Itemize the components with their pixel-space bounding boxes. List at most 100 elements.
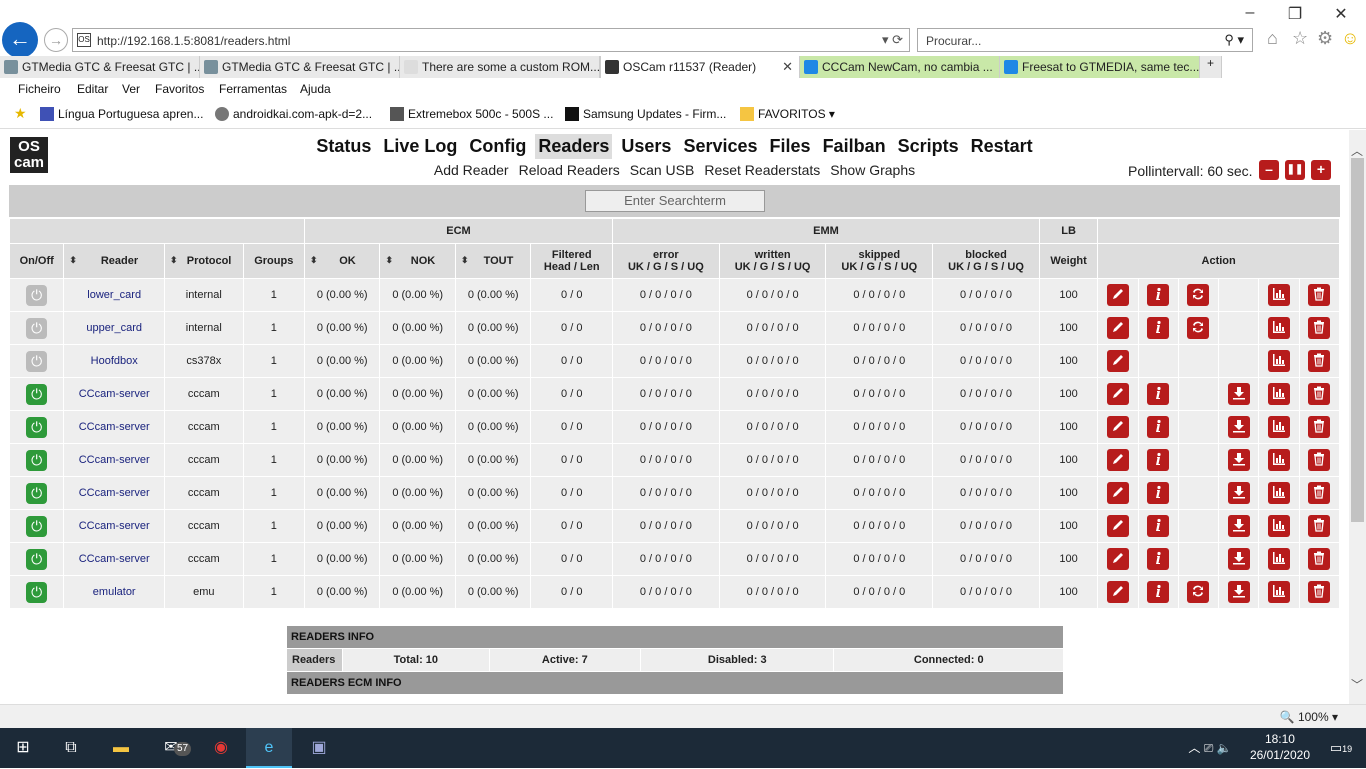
favorite-item[interactable]: Língua Portuguesa apren... bbox=[40, 107, 203, 121]
power-on-icon[interactable]: ⏻ bbox=[26, 482, 48, 504]
cell-reader-name[interactable]: CCcam-server bbox=[64, 543, 165, 575]
favorites-folder[interactable]: FAVORITOS ▾ bbox=[740, 107, 835, 121]
file-explorer-icon[interactable]: ▬ bbox=[98, 728, 144, 768]
chrome-icon[interactable]: ◉ bbox=[198, 728, 244, 768]
delete-icon[interactable] bbox=[1308, 317, 1331, 339]
search-icon[interactable]: ⚲ ▾ bbox=[1224, 32, 1244, 48]
refresh-icon[interactable]: ▾ ⟳ bbox=[882, 32, 903, 48]
nav-config[interactable]: Config bbox=[466, 134, 529, 159]
info-icon[interactable] bbox=[1147, 416, 1170, 438]
edit-icon[interactable] bbox=[1106, 350, 1129, 372]
delete-icon[interactable] bbox=[1308, 449, 1331, 471]
add-favorite-icon[interactable]: ★ bbox=[14, 105, 27, 122]
stats-icon[interactable] bbox=[1267, 482, 1290, 504]
download-icon[interactable] bbox=[1227, 581, 1250, 603]
favorite-item[interactable]: androidkai.com-apk-d=2... bbox=[215, 107, 372, 121]
close-tab-icon[interactable]: ✕ bbox=[782, 59, 793, 75]
info-icon[interactable] bbox=[1147, 449, 1170, 471]
smiley-icon[interactable]: ☺ bbox=[1341, 28, 1359, 49]
power-on-icon[interactable]: ⏻ bbox=[26, 548, 48, 570]
gear-icon[interactable]: ⚙ bbox=[1317, 28, 1333, 49]
nav-live-log[interactable]: Live Log bbox=[380, 134, 460, 159]
info-icon[interactable] bbox=[1147, 548, 1170, 570]
menu-ajuda[interactable]: Ajuda bbox=[300, 82, 331, 96]
col-protocol[interactable]: ⬍ Protocol bbox=[165, 244, 243, 278]
download-icon[interactable] bbox=[1227, 482, 1250, 504]
menu-ferramentas[interactable]: Ferramentas bbox=[219, 82, 287, 96]
searchterm-input[interactable]: Enter Searchterm bbox=[585, 190, 765, 212]
vertical-scrollbar[interactable]: ︿ ﹀ bbox=[1349, 130, 1366, 704]
info-icon[interactable] bbox=[1147, 515, 1170, 537]
delete-icon[interactable] bbox=[1308, 416, 1331, 438]
power-on-icon[interactable]: ⏻ bbox=[26, 581, 48, 603]
stats-icon[interactable] bbox=[1267, 581, 1290, 603]
poll-pause-button[interactable]: ❚❚ bbox=[1285, 160, 1305, 180]
col-reader[interactable]: ⬍ Reader bbox=[64, 244, 165, 278]
cell-reader-name[interactable]: upper_card bbox=[64, 312, 165, 344]
cell-reader-name[interactable]: CCcam-server bbox=[64, 411, 165, 443]
col-tout[interactable]: ⬍ TOUT bbox=[455, 244, 531, 278]
edit-icon[interactable] bbox=[1106, 284, 1129, 306]
tab-4[interactable]: CCCam NewCam, no cambia ... bbox=[800, 56, 1000, 78]
cell-reader-name[interactable]: CCcam-server bbox=[64, 378, 165, 410]
notification-icon[interactable]: ▭19 bbox=[1318, 728, 1364, 768]
edit-icon[interactable] bbox=[1106, 317, 1129, 339]
tab-1[interactable]: GTMedia GTC & Freesat GTC | ... bbox=[200, 56, 400, 78]
edit-icon[interactable] bbox=[1106, 581, 1129, 603]
download-icon[interactable] bbox=[1227, 449, 1250, 471]
stats-icon[interactable] bbox=[1267, 383, 1290, 405]
power-on-icon[interactable]: ⏻ bbox=[26, 515, 48, 537]
menu-ver[interactable]: Ver bbox=[122, 82, 140, 96]
nav-restart[interactable]: Restart bbox=[968, 134, 1036, 159]
delete-icon[interactable] bbox=[1308, 383, 1331, 405]
edit-icon[interactable] bbox=[1106, 482, 1129, 504]
nav-scripts[interactable]: Scripts bbox=[895, 134, 962, 159]
cell-reader-name[interactable]: CCcam-server bbox=[64, 444, 165, 476]
nav-status[interactable]: Status bbox=[313, 134, 374, 159]
delete-icon[interactable] bbox=[1308, 581, 1331, 603]
tab-5[interactable]: Freesat to GTMEDIA, same tec... bbox=[1000, 56, 1200, 78]
nav-readers[interactable]: Readers bbox=[535, 134, 613, 159]
menu-ficheiro[interactable]: Ficheiro bbox=[18, 82, 61, 96]
power-off-icon[interactable]: ⏻ bbox=[26, 284, 48, 306]
task-view-icon[interactable]: ⧉ bbox=[48, 728, 94, 768]
stats-icon[interactable] bbox=[1267, 449, 1290, 471]
nav-users[interactable]: Users bbox=[618, 134, 674, 159]
stats-icon[interactable] bbox=[1267, 416, 1290, 438]
delete-icon[interactable] bbox=[1308, 482, 1331, 504]
refresh-icon[interactable] bbox=[1187, 581, 1210, 603]
info-icon[interactable] bbox=[1147, 383, 1170, 405]
nav-services[interactable]: Services bbox=[680, 134, 760, 159]
poll-increase-button[interactable]: + bbox=[1311, 160, 1331, 180]
close-window-button[interactable]: ✕ bbox=[1326, 4, 1356, 24]
info-icon[interactable] bbox=[1147, 284, 1170, 306]
edit-icon[interactable] bbox=[1106, 416, 1129, 438]
stats-icon[interactable] bbox=[1267, 515, 1290, 537]
edit-icon[interactable] bbox=[1106, 383, 1129, 405]
scroll-up-icon[interactable]: ︿ bbox=[1351, 142, 1363, 159]
favorite-item[interactable]: Samsung Updates - Firm... bbox=[565, 107, 726, 121]
download-icon[interactable] bbox=[1227, 515, 1250, 537]
clock[interactable]: 18:10 26/01/2020 bbox=[1250, 731, 1310, 763]
subnav-scan-usb[interactable]: Scan USB bbox=[630, 162, 695, 178]
mail-icon[interactable]: ✉ 57 bbox=[148, 728, 194, 768]
menu-favoritos[interactable]: Favoritos bbox=[155, 82, 204, 96]
tab-0[interactable]: GTMedia GTC & Freesat GTC | ... bbox=[0, 56, 200, 78]
delete-icon[interactable] bbox=[1308, 548, 1331, 570]
system-tray[interactable]: ︿ ⎚ 🔈 bbox=[1170, 728, 1250, 768]
cell-reader-name[interactable]: lower_card bbox=[64, 279, 165, 311]
stats-icon[interactable] bbox=[1267, 284, 1290, 306]
info-icon[interactable] bbox=[1147, 581, 1170, 603]
subnav-show-graphs[interactable]: Show Graphs bbox=[830, 162, 915, 178]
start-button[interactable]: ⊞ bbox=[0, 728, 46, 768]
app-icon[interactable]: ▣ bbox=[296, 728, 342, 768]
cell-reader-name[interactable]: Hoofdbox bbox=[64, 345, 165, 377]
zoom-control[interactable]: 🔍 100% ▾ bbox=[1280, 710, 1338, 724]
favorites-star-icon[interactable]: ☆ bbox=[1292, 28, 1308, 49]
favorite-item[interactable]: Extremebox 500c - 500S ... bbox=[390, 107, 553, 121]
refresh-icon[interactable] bbox=[1187, 284, 1210, 306]
download-icon[interactable] bbox=[1227, 383, 1250, 405]
delete-icon[interactable] bbox=[1308, 284, 1331, 306]
forward-button[interactable]: → bbox=[44, 28, 68, 52]
poll-decrease-button[interactable]: – bbox=[1259, 160, 1279, 180]
